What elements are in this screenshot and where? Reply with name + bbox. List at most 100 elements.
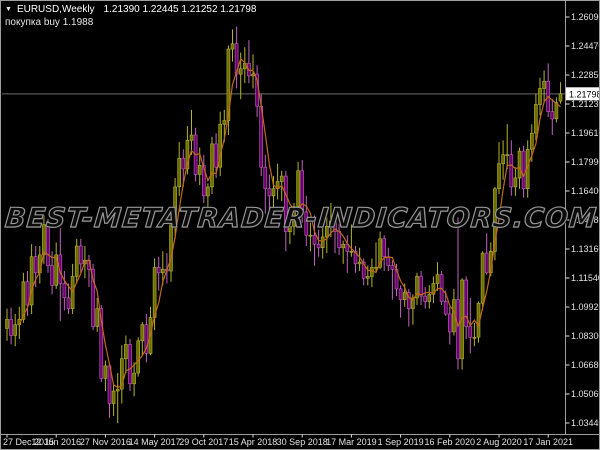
- candle-body: [509, 154, 514, 188]
- candle-body: [156, 267, 161, 274]
- candle-body: [419, 276, 423, 297]
- candle-body: [443, 301, 448, 315]
- date-axis-label: 17 Mar 2019: [326, 437, 377, 447]
- candle-body: [480, 252, 485, 304]
- date-axis-label: 27 Nov 2016: [80, 437, 131, 447]
- candle-body: [337, 231, 341, 249]
- candle-body: [33, 256, 38, 274]
- candle-body: [50, 265, 54, 286]
- candle-body: [447, 313, 452, 333]
- price-axis-label: 1.21230: [571, 99, 600, 109]
- candle-body: [538, 88, 542, 105]
- candle-body: [279, 175, 284, 182]
- price-axis-label: 1.22850: [571, 70, 600, 80]
- candle-body: [517, 150, 522, 179]
- candle-body: [390, 265, 395, 270]
- candle-body: [316, 243, 321, 249]
- date-axis-label: 30 Sep 2018: [277, 437, 328, 447]
- symbol-info-line: ▼ EURUSD,Weekly 1.21390 1.22445 1.21252 1.…: [5, 4, 256, 17]
- candle-body: [550, 111, 555, 120]
- candle-body: [177, 157, 181, 188]
- candle-body: [402, 292, 407, 300]
- price-axis-label: 1.06680: [571, 360, 600, 370]
- candle-body: [398, 288, 403, 300]
- date-axis-label: 17 Jan 2021: [523, 437, 573, 447]
- candle-body: [271, 188, 276, 197]
- candle-body: [513, 177, 518, 188]
- candle-body: [95, 308, 99, 327]
- candle-body: [152, 267, 157, 318]
- date-axis-label: 29 Oct 2017: [179, 437, 228, 447]
- candle-body: [312, 234, 317, 245]
- candle-body: [13, 324, 17, 336]
- candle-body: [468, 326, 473, 338]
- candle-body: [230, 43, 235, 50]
- candle-body: [62, 283, 67, 299]
- date-axis-label: 14 May 2017: [129, 437, 181, 447]
- candle-body: [505, 154, 510, 156]
- date-axis-label: 1 Sep 2019: [378, 437, 424, 447]
- candle-body: [115, 388, 120, 392]
- candle-body: [427, 293, 432, 302]
- date-axis-label: 15 Apr 2018: [229, 437, 278, 447]
- candle-body: [357, 261, 362, 265]
- candle-body: [382, 238, 387, 258]
- ohlc-values: 1.21390 1.22445 1.21252 1.21798: [103, 4, 257, 15]
- candle-body: [308, 234, 313, 237]
- price-axis-label: 1.26090: [571, 12, 600, 22]
- candle-body: [386, 256, 391, 266]
- candle-body: [189, 134, 194, 141]
- candle-body: [497, 163, 501, 190]
- price-axis-label: 1.17990: [571, 157, 600, 167]
- candle-body: [542, 81, 546, 89]
- price-axis-label: 1.08300: [571, 331, 600, 341]
- candle-body: [521, 150, 526, 190]
- candle-body: [161, 268, 165, 274]
- candle-body: [124, 344, 128, 359]
- candle-body: [501, 154, 505, 164]
- candle-body: [423, 295, 428, 302]
- candle-body: [5, 319, 9, 329]
- date-axis-label: 16 Feb 2020: [425, 437, 476, 447]
- candle-body: [140, 324, 145, 342]
- candle-body: [111, 390, 116, 404]
- candle-body: [365, 276, 370, 279]
- candle-body: [267, 188, 272, 197]
- candle-body: [197, 165, 202, 175]
- symbol-timeframe-label: EURUSD,Weekly: [16, 4, 95, 15]
- candle-body: [206, 186, 210, 197]
- chart-header: ▼ EURUSD,Weekly 1.21390 1.22445 1.21252 1.…: [5, 4, 256, 29]
- price-axis-label: 1.24470: [571, 41, 600, 51]
- candle-body: [472, 336, 477, 339]
- candle-body: [181, 157, 186, 170]
- chevron-down-icon[interactable]: ▼: [5, 4, 12, 16]
- candle-body: [103, 365, 108, 379]
- candle-body: [456, 299, 460, 360]
- candle-body: [128, 344, 132, 385]
- candle-body: [29, 256, 34, 306]
- mt4-chart-window: 1.26090 1.24470 1.22850 1.21230 1.19610 1.179…: [0, 0, 600, 450]
- candle-body: [222, 120, 227, 125]
- price-axis-label: 1.13160: [571, 244, 600, 254]
- candle-body: [9, 319, 13, 336]
- candle-body: [66, 297, 71, 309]
- candle-body: [320, 236, 325, 248]
- candle-body: [132, 372, 136, 385]
- candle-body: [341, 243, 346, 249]
- candle-body: [374, 267, 378, 269]
- candle-body: [435, 274, 440, 284]
- candle-body: [484, 252, 489, 274]
- price-axis-label: 1.05060: [571, 389, 600, 399]
- date-axis-label: 2 Aug 2020: [476, 437, 522, 447]
- price-axis-label: 1.09920: [571, 302, 600, 312]
- candle-body: [558, 93, 563, 102]
- candle-body: [214, 143, 218, 168]
- candle-body: [349, 251, 354, 253]
- candle-body: [74, 245, 79, 277]
- candle-body: [238, 68, 243, 75]
- candle-body: [79, 245, 83, 265]
- candle-body: [534, 104, 538, 134]
- price-axis-label: 1.03440: [571, 418, 600, 428]
- date-axis-label: 12 Jun 2016: [31, 437, 81, 447]
- price-axis-label: 1.19610: [571, 128, 600, 138]
